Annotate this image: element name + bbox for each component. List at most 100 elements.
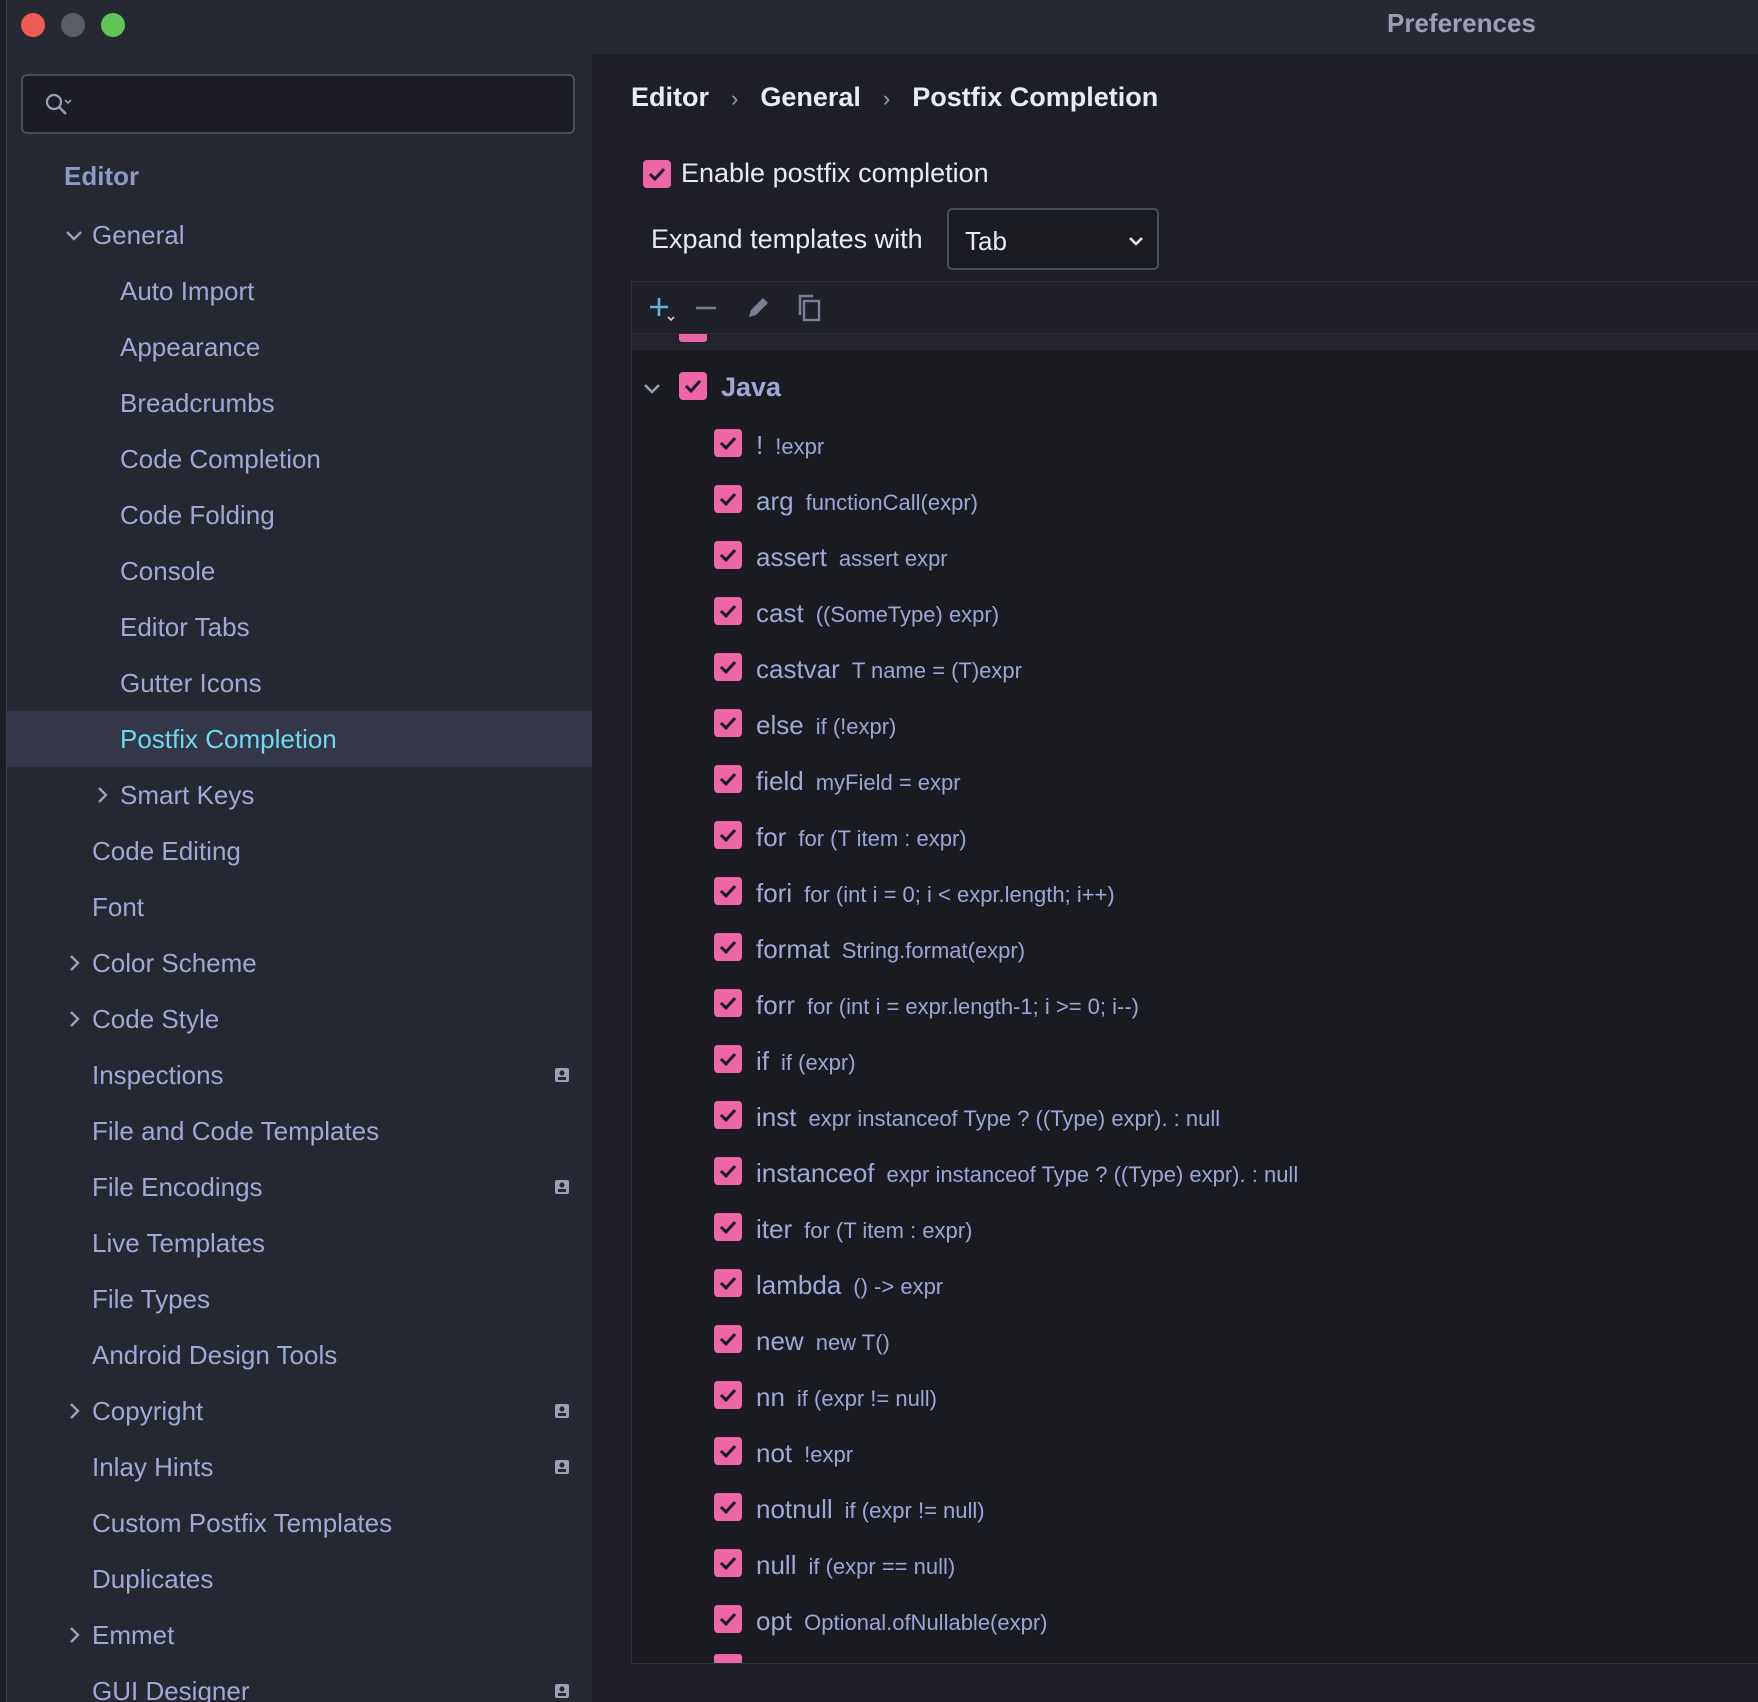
sidebar-item[interactable]: File Encodings	[7, 1159, 592, 1215]
sidebar-item[interactable]: Inlay Hints	[7, 1439, 592, 1495]
sidebar-item[interactable]: Android Design Tools	[7, 1327, 592, 1383]
template-checkbox[interactable]	[714, 1325, 742, 1353]
sidebar-item[interactable]: File and Code Templates	[7, 1103, 592, 1159]
template-row[interactable]: field myField = expr	[632, 754, 1758, 810]
template-row[interactable]: arg functionCall(expr)	[632, 474, 1758, 530]
template-checkbox[interactable]	[714, 821, 742, 849]
sidebar-item[interactable]: Breadcrumbs	[7, 375, 592, 431]
sidebar-item[interactable]: Custom Postfix Templates	[7, 1495, 592, 1551]
template-row[interactable]: if if (expr)	[632, 1034, 1758, 1090]
sidebar-item[interactable]: Console	[7, 543, 592, 599]
template-checkbox[interactable]	[714, 877, 742, 905]
chevron-right-icon[interactable]	[64, 953, 84, 973]
sidebar-item[interactable]: General	[7, 207, 592, 263]
template-row[interactable]: lambda () -> expr	[632, 1258, 1758, 1314]
template-row[interactable]: else if (!expr)	[632, 698, 1758, 754]
template-row[interactable]: ! !expr	[632, 418, 1758, 474]
checkmark-icon	[719, 436, 737, 451]
sidebar-item[interactable]: GUI Designer	[7, 1663, 592, 1702]
template-row[interactable]: iter for (T item : expr)	[632, 1202, 1758, 1258]
template-row[interactable]: cast ((SomeType) expr)	[632, 586, 1758, 642]
chevron-right-icon[interactable]	[64, 1401, 84, 1421]
breadcrumb-editor[interactable]: Editor	[631, 82, 709, 112]
enable-postfix-checkbox[interactable]	[643, 159, 671, 188]
chevron-right-icon[interactable]	[64, 1009, 84, 1029]
template-checkbox[interactable]	[714, 1157, 742, 1185]
search-input[interactable]	[87, 84, 557, 124]
template-checkbox[interactable]	[714, 989, 742, 1017]
search-box[interactable]	[21, 74, 575, 134]
sidebar-item[interactable]: Auto Import	[7, 263, 592, 319]
enable-postfix-label: Enable postfix completion	[681, 158, 989, 188]
expand-key-select[interactable]: Tab	[947, 208, 1159, 270]
template-row[interactable]: nn if (expr != null)	[632, 1370, 1758, 1426]
template-checkbox[interactable]	[714, 1101, 742, 1129]
sidebar-item[interactable]: Inspections	[7, 1047, 592, 1103]
chevron-right-icon[interactable]	[92, 785, 112, 805]
zoom-window-button[interactable]	[101, 13, 125, 37]
template-checkbox[interactable]	[714, 1437, 742, 1465]
sidebar-item[interactable]: Code Completion	[7, 431, 592, 487]
template-checkbox[interactable]	[714, 1213, 742, 1241]
add-icon[interactable]	[646, 292, 678, 324]
template-row[interactable]: null if (expr == null)	[632, 1538, 1758, 1594]
sidebar-item[interactable]: Emmet	[7, 1607, 592, 1663]
close-window-button[interactable]	[21, 13, 45, 37]
sidebar-item[interactable]: Copyright	[7, 1383, 592, 1439]
template-checkbox[interactable]	[714, 709, 742, 737]
sidebar-item[interactable]: Smart Keys	[7, 767, 592, 823]
sidebar-item[interactable]: Code Editing	[7, 823, 592, 879]
template-checkbox[interactable]	[714, 1605, 742, 1633]
breadcrumb-general[interactable]: General	[760, 82, 861, 112]
template-checkbox[interactable]	[714, 485, 742, 513]
template-row[interactable]: new new T()	[632, 1314, 1758, 1370]
copy-icon[interactable]	[794, 292, 826, 324]
template-row[interactable]: notnull if (expr != null)	[632, 1482, 1758, 1538]
template-row[interactable]: assert assert expr	[632, 530, 1758, 586]
enable-postfix-row[interactable]: Enable postfix completion	[643, 158, 989, 194]
sidebar-item[interactable]: Font	[7, 879, 592, 935]
sidebar-item[interactable]: Duplicates	[7, 1551, 592, 1607]
sidebar-item[interactable]: Editor	[7, 145, 592, 207]
template-row[interactable]: inst expr instanceof Type ? ((Type) expr)…	[632, 1090, 1758, 1146]
sidebar-item[interactable]: Color Scheme	[7, 935, 592, 991]
template-row[interactable]: for for (T item : expr)	[632, 810, 1758, 866]
template-row[interactable]: format String.format(expr)	[632, 922, 1758, 978]
template-row[interactable]: fori for (int i = 0; i < expr.length; i++…	[632, 866, 1758, 922]
sidebar-item[interactable]: Code Folding	[7, 487, 592, 543]
sidebar-item-label: Auto Import	[120, 276, 255, 306]
template-row[interactable]: castvar T name = (T)expr	[632, 642, 1758, 698]
remove-icon[interactable]	[690, 292, 722, 324]
sidebar-item[interactable]: Code Style	[7, 991, 592, 1047]
sidebar-item[interactable]: Gutter Icons	[7, 655, 592, 711]
template-checkbox[interactable]	[714, 541, 742, 569]
sidebar-item[interactable]: Postfix Completion	[7, 711, 592, 767]
template-checkbox[interactable]	[714, 429, 742, 457]
template-checkbox[interactable]	[714, 653, 742, 681]
edit-icon[interactable]	[742, 292, 774, 324]
template-checkbox[interactable]	[714, 765, 742, 793]
chevron-down-icon[interactable]	[642, 378, 662, 398]
chevron-down-icon[interactable]	[64, 225, 84, 245]
template-checkbox[interactable]	[714, 1269, 742, 1297]
template-row[interactable]: instanceof expr instanceof Type ? ((Type)…	[632, 1146, 1758, 1202]
template-row[interactable]: opt Optional.ofNullable(expr)	[632, 1594, 1758, 1650]
template-checkbox[interactable]	[714, 1493, 742, 1521]
sidebar-item[interactable]: Editor Tabs	[7, 599, 592, 655]
template-checkbox[interactable]	[714, 597, 742, 625]
template-checkbox[interactable]	[714, 1381, 742, 1409]
template-checkbox[interactable]	[714, 933, 742, 961]
template-checkbox[interactable]	[714, 1045, 742, 1073]
sidebar-item[interactable]: Live Templates	[7, 1215, 592, 1271]
sidebar-item-label: Breadcrumbs	[120, 388, 275, 418]
sidebar-item-label: Code Folding	[120, 500, 275, 530]
sidebar-item[interactable]: File Types	[7, 1271, 592, 1327]
minimize-window-button[interactable]	[61, 13, 85, 37]
java-group-row[interactable]: Java	[632, 364, 1758, 412]
template-checkbox[interactable]	[714, 1549, 742, 1577]
java-group-checkbox[interactable]	[679, 372, 707, 400]
sidebar-item[interactable]: Appearance	[7, 319, 592, 375]
template-row[interactable]: forr for (int i = expr.length-1; i >= 0; …	[632, 978, 1758, 1034]
chevron-right-icon[interactable]	[64, 1625, 84, 1645]
template-row[interactable]: not !expr	[632, 1426, 1758, 1482]
